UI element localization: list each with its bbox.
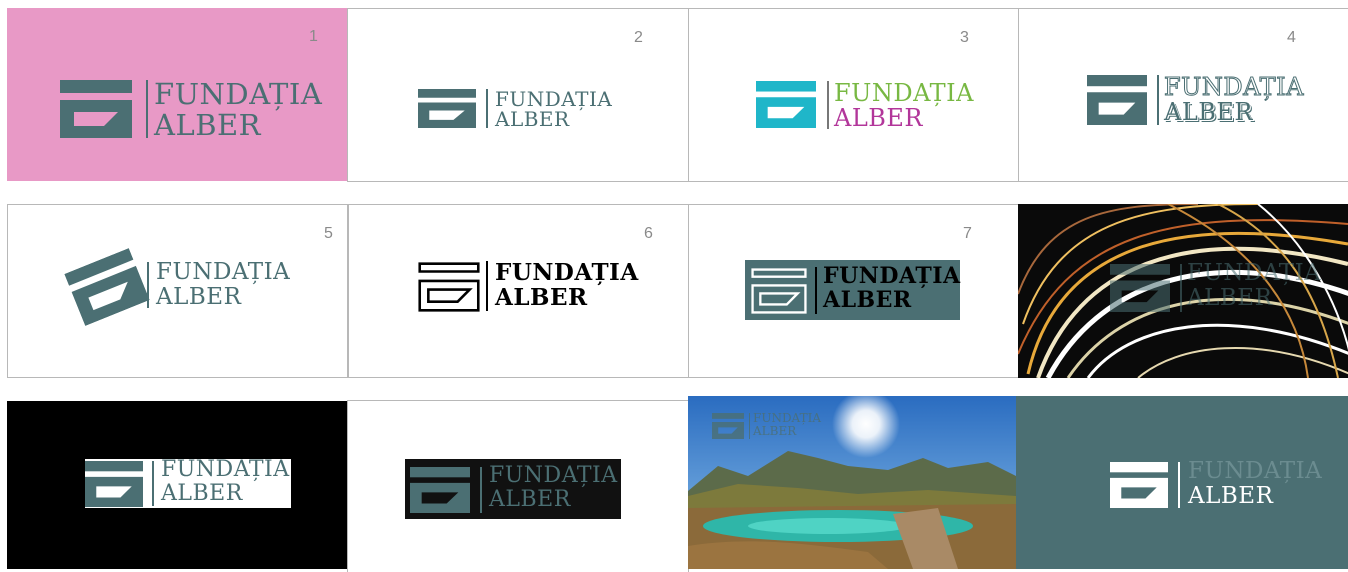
alber-logo: FUNDAȚIA ALBER [756, 81, 976, 133]
logo-line2: ALBER [1187, 285, 1273, 311]
alber-logo: FUNDAȚIA ALBER [751, 265, 961, 317]
variant-number: 6 [644, 225, 653, 242]
logo-line2: ALBER [823, 287, 912, 313]
logo-line1: FUNDAȚIA [154, 77, 323, 111]
alber-logo: FUNDAȚIA ALBER [1110, 460, 1330, 512]
logo-mark-icon [712, 413, 744, 439]
logo-mark-icon [60, 80, 132, 138]
logo-mark-icon [85, 461, 143, 507]
logo-variant-11-landscape: FUNDAȚIA ALBER [688, 396, 1016, 569]
alber-logo: FUNDAȚIA ALBER [418, 261, 638, 313]
logo-line2: ALBER [495, 284, 588, 311]
alber-logo: FUNDAȚIA ALBER [60, 77, 323, 142]
logo-variant-9: FUNDAȚIA ALBER [7, 401, 347, 569]
logo-line2: ALBER [161, 481, 243, 506]
logo-variant-7: 7 FUNDAȚIA ALBER [688, 204, 1019, 378]
logo-variant-2: 2 FUNDAȚIA ALBER [347, 8, 689, 182]
logo-mark-icon [1110, 462, 1168, 508]
logo-mark-icon [64, 248, 150, 326]
variant-number: 5 [324, 225, 333, 242]
logo-line1: FUNDAȚIA [1188, 458, 1323, 484]
logo-variant-1: 1 FUNDAȚIA ALBER [7, 8, 348, 181]
alber-logo: FUNDAȚIA ALBER [712, 412, 832, 442]
logo-mark-icon [418, 262, 480, 312]
logo-mark-icon [756, 81, 816, 128]
logo-variant-10: FUNDAȚIA ALBER [347, 400, 689, 572]
logo-mark-icon [1087, 75, 1147, 125]
logo-mark-icon [410, 467, 470, 513]
variant-number: 1 [309, 28, 318, 45]
logo-line1: FUNDAȚIA [495, 87, 613, 111]
logo-variant-4: 4 FUNDAȚIA ALBER [1018, 8, 1348, 182]
logo-line2: ALBER [154, 108, 262, 142]
logo-variant-8-light-streaks: FUNDAȚIA ALBER [1018, 204, 1348, 378]
alber-logo: FUNDAȚIA ALBER [85, 459, 295, 508]
logo-mark-icon [751, 268, 807, 314]
alber-logo: FUNDAȚIA ALBER [418, 89, 628, 131]
variant-number: 4 [1287, 29, 1296, 46]
logo-mark-icon [418, 89, 476, 128]
logo-mark-icon [1110, 264, 1170, 312]
variant-number: 7 [963, 225, 972, 242]
logo-line1: FUNDAȚIA [156, 259, 291, 285]
logo-line1: FUNDAȚIA [834, 79, 974, 107]
logo-variant-3: 3 FUNDAȚIA ALBER [688, 8, 1019, 182]
logo-variant-12: FUNDAȚIA ALBER [1016, 396, 1348, 569]
alber-logo: FUNDAȚIA ALBER [1087, 75, 1307, 129]
logo-line1: FUNDAȚIA [823, 263, 961, 289]
logo-line1: FUNDAȚIA [495, 259, 639, 286]
logo-line2: ALBER [156, 284, 242, 310]
logo-line1: FUNDAȚIA [489, 463, 618, 488]
alber-logo: FUNDAȚIA ALBER [1110, 262, 1330, 314]
logo-line1: FUNDAȚIA [161, 457, 290, 482]
logo-line2: ALBER [1164, 98, 1253, 126]
alber-logo: FUNDAȚIA ALBER [410, 465, 620, 517]
logo-line2: ALBER [489, 487, 571, 512]
logo-variant-6: 6 FUNDAȚIA ALBER [347, 204, 689, 378]
logo-line1: FUNDAȚIA [1187, 260, 1322, 286]
logo-line1: FUNDAȚIA [753, 411, 821, 425]
logo-variant-5: 5 FUNDAȚIA ALBER [7, 204, 349, 378]
alber-logo: FUNDAȚIA ALBER [72, 255, 322, 325]
logo-line2: ALBER [834, 104, 923, 132]
logo-line2: ALBER [1188, 483, 1274, 509]
variant-number: 3 [960, 29, 969, 46]
variant-number: 2 [634, 29, 643, 46]
logo-line2: ALBER [495, 107, 570, 131]
logo-line2: ALBER [753, 424, 797, 438]
logo-line1: FUNDAȚIA [1164, 73, 1304, 101]
